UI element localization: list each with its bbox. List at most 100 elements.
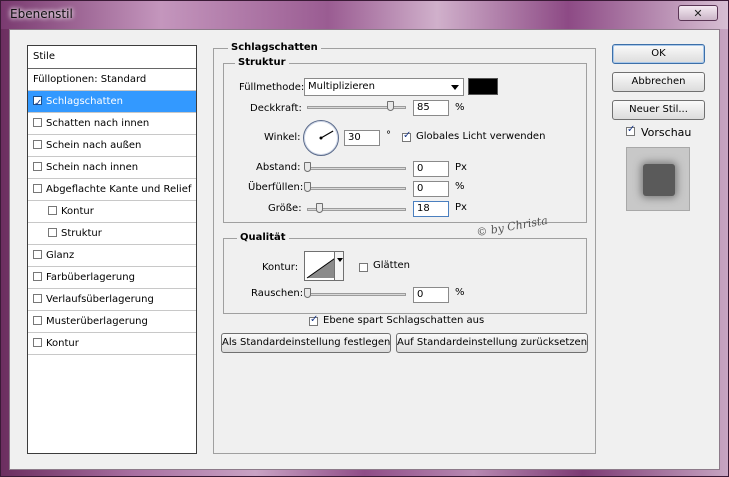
distance-slider-track[interactable] <box>307 167 406 170</box>
noise-unit: % <box>455 287 465 298</box>
style-list-item[interactable]: Schlagschatten <box>28 91 196 114</box>
style-list-item-label: Schlagschatten <box>46 96 123 107</box>
global-light-label: Globales Licht verwenden <box>416 131 546 142</box>
spread-slider-track[interactable] <box>307 187 406 190</box>
preview-checkbox[interactable] <box>626 124 635 136</box>
ok-button[interactable]: OK <box>612 44 705 64</box>
styles-list: Stile Fülloptionen: Standard Schlagschatt… <box>27 45 197 454</box>
size-slider-thumb[interactable] <box>316 203 323 213</box>
style-checkbox[interactable] <box>33 93 42 114</box>
contour-label: Kontur: <box>262 262 299 273</box>
style-list-item-label: Verlaufsüberlagerung <box>46 294 154 305</box>
angle-needle <box>319 130 334 140</box>
style-checkbox[interactable] <box>33 316 42 325</box>
make-default-button[interactable]: Als Standardeinstellung festlegen <box>221 333 391 353</box>
style-list-item-label: Schein nach außen <box>46 140 142 151</box>
distance-input[interactable]: 0 <box>413 161 449 177</box>
blend-mode-label: Füllmethode: <box>239 82 305 93</box>
style-checkbox[interactable] <box>33 162 42 171</box>
style-checkbox[interactable] <box>48 206 57 215</box>
spread-input[interactable]: 0 <box>413 181 449 197</box>
antialias-label: Glätten <box>373 260 410 271</box>
style-list-item[interactable]: Glanz <box>28 245 196 267</box>
angle-input[interactable]: 30 <box>344 130 380 146</box>
style-list-item-label: Schein nach innen <box>46 162 139 173</box>
noise-slider-track[interactable] <box>307 293 406 296</box>
style-list-item[interactable]: Farbüberlagerung <box>28 267 196 289</box>
knockout-label: Ebene spart Schlagschatten aus <box>323 315 485 326</box>
noise-input[interactable]: 0 <box>413 287 449 303</box>
angle-label: Winkel: <box>264 132 301 143</box>
angle-dial[interactable] <box>303 120 339 156</box>
opacity-input[interactable]: 85 <box>413 100 449 116</box>
quality-title: Qualität <box>237 232 289 243</box>
dialog-body: Stile Fülloptionen: Standard Schlagschatt… <box>9 29 720 470</box>
noise-slider-thumb[interactable] <box>304 288 311 298</box>
opacity-slider-thumb[interactable] <box>387 101 395 111</box>
new-style-button[interactable]: Neuer Stil... <box>612 100 705 120</box>
title-bar[interactable]: Ebenenstil ✕ <box>1 1 728 29</box>
style-checkbox[interactable] <box>33 118 42 127</box>
noise-label: Rauschen: <box>251 288 304 299</box>
style-list-item-label: Kontur <box>61 206 94 217</box>
style-list-item[interactable]: Abgeflachte Kante und Relief <box>28 179 196 201</box>
spread-unit: % <box>455 181 465 192</box>
style-checkbox[interactable] <box>33 250 42 259</box>
style-checkbox[interactable] <box>33 294 42 303</box>
opacity-unit: % <box>455 102 465 113</box>
style-checkbox[interactable] <box>33 140 42 149</box>
preview-shape <box>643 164 675 196</box>
style-list-item[interactable]: Musterüberlagerung <box>28 311 196 333</box>
chevron-down-icon <box>451 85 459 90</box>
structure-title: Struktur <box>235 57 289 68</box>
distance-label: Abstand: <box>256 162 301 173</box>
cancel-button[interactable]: Abbrechen <box>612 72 705 92</box>
angle-unit: ° <box>386 130 391 141</box>
style-list-item[interactable]: Kontur <box>28 333 196 355</box>
style-list-item-label: Abgeflachte Kante und Relief <box>46 184 192 195</box>
spread-slider-thumb[interactable] <box>304 182 311 192</box>
reset-default-button[interactable]: Auf Standardeinstellung zurücksetzen <box>396 333 588 353</box>
style-checkbox[interactable] <box>33 272 42 281</box>
distance-slider-thumb[interactable] <box>304 162 311 172</box>
style-list-item-label: Fülloptionen: Standard <box>33 74 147 85</box>
preview-label: Vorschau <box>641 126 692 139</box>
style-list-item[interactable]: Fülloptionen: Standard <box>28 69 196 91</box>
knockout-checkbox[interactable] <box>309 314 318 326</box>
close-button[interactable]: ✕ <box>678 5 718 21</box>
style-preview <box>626 147 690 211</box>
style-list-item[interactable]: Struktur <box>28 223 196 245</box>
antialias-checkbox[interactable] <box>359 263 368 272</box>
style-checkbox[interactable] <box>33 338 42 347</box>
style-list-item[interactable]: Schein nach außen <box>28 135 196 157</box>
style-list-item[interactable]: Schein nach innen <box>28 157 196 179</box>
style-list-item-label: Schatten nach innen <box>46 118 150 129</box>
style-list-item-label: Glanz <box>46 250 75 261</box>
window-title: Ebenenstil <box>10 7 73 21</box>
size-unit: Px <box>455 202 467 213</box>
chevron-down-icon <box>337 258 343 262</box>
style-list-item-label: Farbüberlagerung <box>46 272 135 283</box>
contour-dropdown-button[interactable] <box>334 251 344 281</box>
blend-mode-select[interactable]: Multiplizieren <box>304 78 464 96</box>
drop-shadow-title: Schlagschatten <box>228 42 321 53</box>
spread-label: Überfüllen: <box>248 182 304 193</box>
distance-unit: Px <box>455 162 467 173</box>
style-checkbox[interactable] <box>33 184 42 193</box>
global-light-checkbox[interactable] <box>402 130 411 142</box>
style-list-item-label: Struktur <box>61 228 102 239</box>
style-list-item[interactable]: Kontur <box>28 201 196 223</box>
size-input[interactable]: 18 <box>413 201 449 217</box>
style-list-item[interactable]: Schatten nach innen <box>28 113 196 135</box>
styles-list-header: Stile <box>28 46 196 69</box>
size-label: Größe: <box>268 203 302 214</box>
style-checkbox[interactable] <box>48 228 57 237</box>
opacity-label: Deckkraft: <box>250 103 302 114</box>
style-list-item-label: Kontur <box>46 338 79 349</box>
layer-style-dialog: Ebenenstil ✕ Stile Fülloptionen: Standar… <box>0 0 729 477</box>
shadow-color-swatch[interactable] <box>468 78 498 95</box>
style-list-item-label: Musterüberlagerung <box>46 316 148 327</box>
quality-group <box>223 238 587 314</box>
style-list-item[interactable]: Verlaufsüberlagerung <box>28 289 196 311</box>
blend-mode-value: Multiplizieren <box>308 81 375 92</box>
